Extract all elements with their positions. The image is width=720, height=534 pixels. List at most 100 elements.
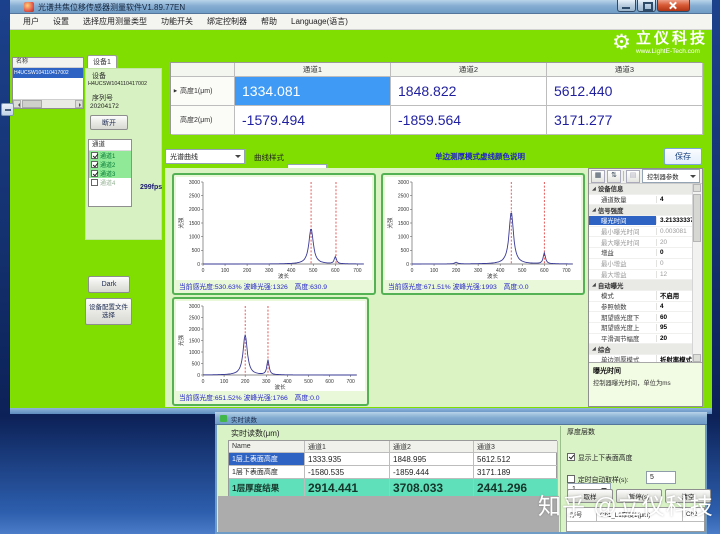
svg-text:500: 500 (309, 268, 318, 274)
property-row[interactable]: 期望感光度上95 (589, 323, 693, 334)
property-row[interactable]: 增益0 (589, 248, 693, 259)
checkbox-checked-icon[interactable] (567, 453, 575, 461)
scroll-down-icon[interactable] (693, 354, 701, 362)
svg-text:200: 200 (452, 268, 461, 274)
value-cell[interactable]: -1579.494 (235, 106, 391, 135)
scrollbar-thumb[interactable] (693, 194, 701, 242)
property-row[interactable]: 最大增益12 (589, 270, 693, 281)
readout-window-icon (220, 415, 227, 422)
svg-text:2000: 2000 (398, 207, 409, 213)
property-row[interactable]: 最小曝光时间0.003081 (589, 227, 693, 238)
menu-item[interactable]: Language(语言) (284, 16, 355, 27)
checkbox-icon[interactable] (91, 161, 98, 168)
close-button[interactable] (657, 0, 690, 12)
channel-label: 通道2 (100, 160, 115, 169)
property-row[interactable]: 最大曝光时间20 (589, 237, 693, 248)
value-cell[interactable]: 1334.081 (235, 77, 391, 106)
property-category[interactable]: ◢信号强度 (589, 205, 693, 216)
property-name: 最大曝光时间 (589, 238, 656, 247)
menu-item[interactable]: 绑定控制器 (200, 16, 254, 27)
value-cell[interactable]: 5612.440 (547, 77, 703, 106)
channel-row[interactable]: 通道4 (89, 178, 131, 187)
row-name[interactable]: 1层厚度结果 (229, 479, 305, 497)
checkbox-icon[interactable] (91, 170, 98, 177)
svg-text:700: 700 (346, 379, 355, 385)
categorize-icon[interactable]: ▦ (591, 170, 605, 183)
title-bar[interactable]: 光谱共焦位移传感器测量软件V1.89.77EN (10, 0, 712, 14)
svg-text:500: 500 (304, 379, 313, 385)
value-cell[interactable]: 3171.277 (547, 106, 703, 135)
property-row[interactable]: 参照帧数4 (589, 302, 693, 313)
spectrum-plot: 0500100015002000250030000100200300400500… (176, 301, 365, 391)
scroll-left-icon[interactable] (13, 100, 21, 108)
value-cell: 1848.995 (390, 453, 474, 466)
scrollbar-thumb[interactable] (22, 100, 42, 108)
svg-text:0: 0 (202, 379, 205, 385)
row-name: 高度1(μm) (180, 86, 212, 96)
measurement-table: 通道1通道2通道3▶高度1(μm)1334.0811848.8225612.44… (170, 62, 702, 134)
show-surface-label: 显示上下表面高度 (578, 452, 632, 462)
menu-item[interactable]: 用户 (16, 16, 46, 27)
property-row[interactable]: 单边测厚模式折射率模式 (589, 355, 693, 362)
column-header: 通道2 (391, 63, 547, 77)
property-value: 3.21333337 (656, 217, 693, 224)
menu-item[interactable]: 功能开关 (154, 16, 200, 27)
horizontal-scrollbar[interactable] (13, 99, 83, 108)
show-surface-checkbox[interactable]: 显示上下表面高度 (567, 452, 632, 462)
scroll-right-icon[interactable] (75, 100, 83, 108)
sidebar-collapse-button[interactable] (1, 103, 14, 116)
sort-az-icon[interactable]: ⇅ (607, 170, 621, 183)
app-icon (24, 2, 34, 12)
property-category[interactable]: ◢设备信息 (589, 184, 693, 195)
property-value: 95 (656, 324, 693, 331)
value-cell[interactable]: 1848.822 (391, 77, 547, 106)
property-value: 0 (656, 260, 693, 267)
checkbox-unchecked-icon[interactable] (567, 475, 575, 483)
property-name: 最小曝光时间 (589, 227, 656, 236)
menu-item[interactable]: 帮助 (254, 16, 284, 27)
maximize-button[interactable] (637, 0, 656, 12)
scroll-up-icon[interactable] (693, 184, 701, 192)
menu-item[interactable]: 设置 (46, 16, 76, 27)
device-list-item[interactable]: H4UCSW104110417002 (13, 68, 83, 78)
property-row[interactable]: 期望感光度下60 (589, 312, 693, 323)
row-name[interactable]: 1层下表面高度 (229, 466, 305, 479)
checkbox-icon[interactable] (91, 152, 98, 159)
auto-sample-interval-input[interactable]: 5 (646, 471, 676, 484)
channel-label: 通道1 (100, 151, 115, 160)
row-name[interactable]: 1层上表面高度 (229, 453, 305, 466)
property-row[interactable]: 平滑调节幅度20 (589, 334, 693, 345)
property-row[interactable]: 最小增益0 (589, 259, 693, 270)
property-row[interactable]: 通道数量4 (589, 195, 693, 206)
property-row[interactable]: 模式不启用 (589, 291, 693, 302)
property-row[interactable]: 曝光时间3.21333337 (589, 216, 693, 227)
category-label: 自动曝光 (598, 281, 624, 290)
readout-title-bar[interactable]: 实时读数 (215, 412, 707, 425)
curve-type-select[interactable]: 光谱曲线 (165, 149, 245, 164)
dark-button[interactable]: Dark (88, 276, 130, 293)
column-header: Name (229, 441, 305, 453)
svg-text:1000: 1000 (398, 234, 409, 240)
channel-row[interactable]: 通道3 (89, 169, 131, 178)
tab-device1[interactable]: 设备1 (87, 55, 117, 68)
vertical-scrollbar[interactable] (692, 184, 702, 362)
brand-name: 立仪科技 (636, 31, 708, 48)
spectrum-plot-3: 0500100015002000250030000100200300400500… (176, 301, 365, 391)
row-name: 高度2(μm) (180, 115, 212, 125)
property-category[interactable]: ◢自动曝光 (589, 280, 693, 291)
minimize-button[interactable] (617, 0, 636, 12)
channel-row[interactable]: 通道1 (89, 151, 131, 160)
disconnect-button[interactable]: 断开 (90, 115, 128, 130)
menu-item[interactable]: 选择应用测量类型 (76, 16, 154, 27)
params-select[interactable]: 控制器参数 (642, 169, 700, 183)
channel-row[interactable]: 通道2 (89, 160, 131, 169)
device-value: H4UCSW104110417002 (88, 81, 162, 87)
property-name: 曝光时间 (589, 216, 656, 225)
property-category[interactable]: ◢综合 (589, 344, 693, 355)
value-cell[interactable]: -1859.564 (391, 106, 547, 135)
checkbox-icon[interactable] (91, 179, 98, 186)
auto-sample-checkbox[interactable]: 定时自动取样(s): (567, 474, 629, 484)
device-config-file-button[interactable]: 设备配置文件选择 (85, 298, 132, 325)
save-button[interactable]: 保存 (664, 148, 702, 165)
svg-text:700: 700 (353, 268, 362, 274)
